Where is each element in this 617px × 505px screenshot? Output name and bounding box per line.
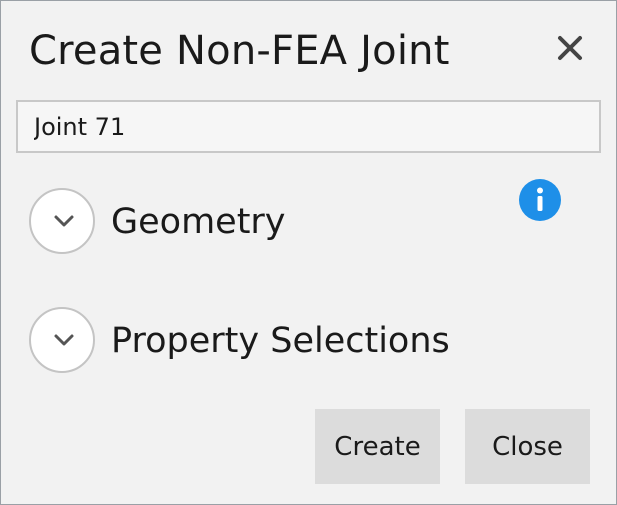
create-joint-dialog: Create Non-FEA Joint Geometry Property S…	[0, 0, 617, 505]
close-icon[interactable]	[553, 31, 587, 65]
dialog-title: Create Non-FEA Joint	[29, 28, 450, 74]
joint-name-input[interactable]	[16, 100, 601, 153]
section-property-selections[interactable]: Property Selections	[29, 307, 489, 377]
info-icon[interactable]	[519, 179, 561, 221]
section-geometry[interactable]: Geometry	[29, 188, 329, 258]
geometry-expand-toggle[interactable]	[29, 188, 95, 254]
property-selections-expand-toggle[interactable]	[29, 307, 95, 373]
close-button[interactable]: Close	[465, 409, 590, 484]
section-geometry-label: Geometry	[111, 202, 286, 242]
section-property-selections-label: Property Selections	[111, 321, 450, 361]
create-button[interactable]: Create	[315, 409, 440, 484]
chevron-down-icon	[54, 215, 74, 227]
chevron-down-icon	[54, 334, 74, 346]
